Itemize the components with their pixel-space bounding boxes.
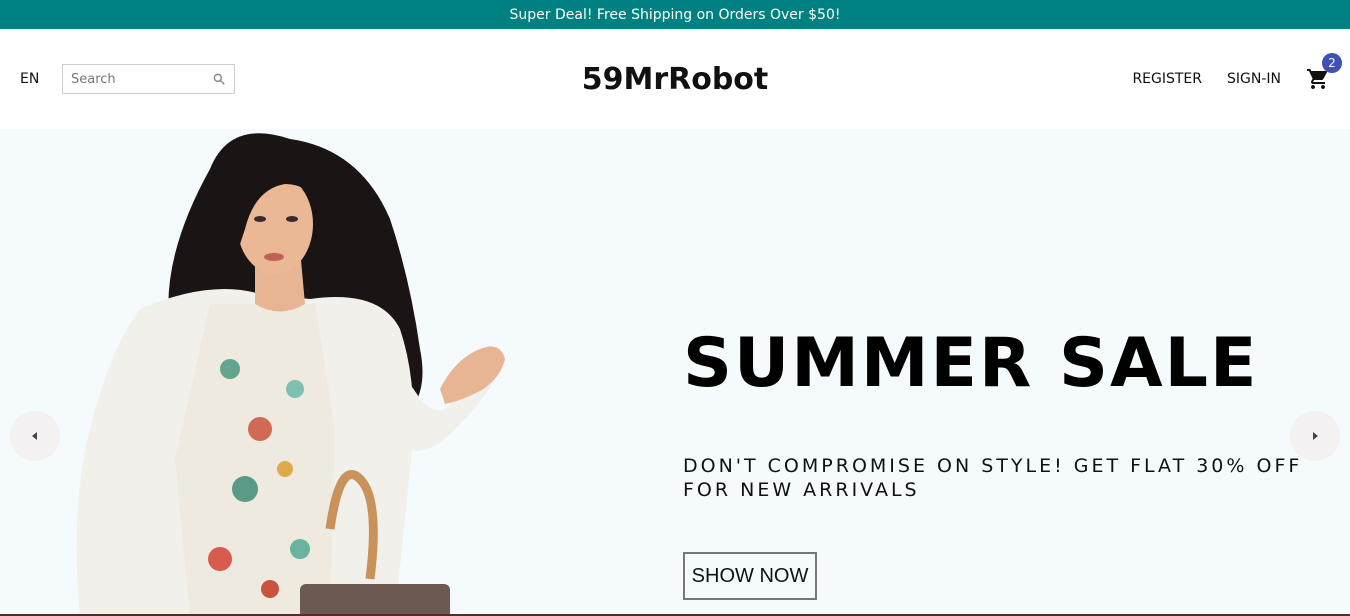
language-selector[interactable]: EN bbox=[20, 71, 62, 87]
navbar-left: EN bbox=[20, 29, 235, 129]
cart-badge: 2 bbox=[1322, 53, 1342, 73]
hero-model-image bbox=[76, 133, 505, 616]
slider-prev-button[interactable] bbox=[10, 411, 60, 461]
sign-in-link[interactable]: SIGN-IN bbox=[1227, 71, 1281, 87]
show-now-button[interactable]: SHOW NOW bbox=[683, 552, 817, 600]
slide-info: SUMMER SALE DON'T COMPROMISE ON STYLE! G… bbox=[683, 324, 1323, 600]
search-container[interactable] bbox=[62, 64, 235, 94]
announcement-text: Super Deal! Free Shipping on Orders Over… bbox=[509, 6, 841, 23]
arrow-left-icon bbox=[32, 432, 37, 440]
slide-description: DON'T COMPROMISE ON STYLE! GET FLAT 30% … bbox=[683, 455, 1303, 501]
slide-title: SUMMER SALE bbox=[683, 324, 1259, 403]
navbar-right: REGISTER SIGN-IN 2 bbox=[1107, 29, 1342, 129]
announcement-bar: Super Deal! Free Shipping on Orders Over… bbox=[0, 0, 1350, 29]
search-input[interactable] bbox=[71, 66, 206, 92]
hero-slider: SUMMER SALE DON'T COMPROMISE ON STYLE! G… bbox=[0, 129, 1350, 616]
cart-button[interactable]: 2 bbox=[1306, 53, 1342, 91]
navbar: EN 59MrRobot REGISTER SIGN-IN 2 bbox=[0, 29, 1350, 129]
register-link[interactable]: REGISTER bbox=[1132, 71, 1202, 87]
search-icon[interactable] bbox=[212, 72, 226, 86]
